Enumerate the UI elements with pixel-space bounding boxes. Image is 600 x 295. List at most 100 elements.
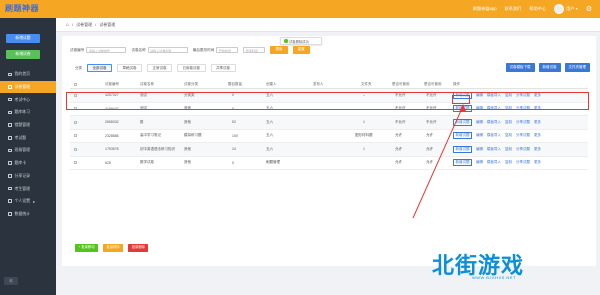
row-checkbox[interactable] xyxy=(74,161,77,165)
table-row: 1753578 初中英语语法练习知识 其他 24 五六 1 允许 允许 新增试题… xyxy=(70,143,588,157)
top-header: 刷题神器 刷题神器app 联系我们 帮助中心 用户 ▾ ⚙ xyxy=(0,0,600,18)
breadcrumb-item[interactable]: 试卷管理 xyxy=(76,22,92,28)
copy-link[interactable]: 复制 xyxy=(505,147,512,152)
avatar xyxy=(554,4,565,14)
check-icon xyxy=(284,39,288,43)
col-header: 创建人 xyxy=(266,81,277,86)
home-icon[interactable]: ⌂ xyxy=(66,22,69,28)
practice-icon xyxy=(8,110,12,115)
copy-link[interactable]: 复制 xyxy=(505,160,512,165)
reset-button[interactable]: 重置 xyxy=(292,46,310,54)
top-links: 刷题神器app 联系我们 帮助中心 用户 ▾ ⚙ xyxy=(473,0,592,18)
folder-manage-button[interactable]: 文件夹管理 xyxy=(564,63,590,72)
col-header: 发布人 xyxy=(313,81,324,86)
paper-name-input[interactable]: 请输入试卷名称 xyxy=(147,46,188,54)
more-link[interactable]: 更多 xyxy=(534,120,541,125)
edit-link[interactable]: 编辑 xyxy=(476,160,483,165)
filter-label: 最后更改时间 xyxy=(192,47,215,52)
sidebar-item-home[interactable]: 我的首页 xyxy=(0,68,56,81)
share-link[interactable]: 分享试题 xyxy=(516,147,530,152)
bulk-move-button[interactable]: + 批量移动 xyxy=(75,244,99,252)
search-button[interactable]: 搜索 xyxy=(270,46,288,54)
sidebar-item-wrong[interactable]: 错题管理 xyxy=(0,119,56,132)
action-buttons: 试卷模板下载 新增试卷 文件夹管理 xyxy=(505,63,590,72)
share-link[interactable]: 分享试题 xyxy=(516,133,530,138)
top-link-app[interactable]: 刷题神器app xyxy=(473,6,497,12)
import-link[interactable]: 模板导入 xyxy=(487,133,501,138)
tab-all[interactable]: 全部试卷 xyxy=(87,64,112,72)
row-checkbox[interactable] xyxy=(74,147,77,151)
tab-draft[interactable]: 草稿试卷 xyxy=(117,64,142,72)
filter-label: 试卷名称 xyxy=(131,47,146,52)
user-menu[interactable]: 用户 ▾ xyxy=(554,4,578,14)
annotation-arrow xyxy=(412,104,466,219)
sidebar-item-paper-manage[interactable]: 试卷管理 xyxy=(0,80,56,94)
tab-shared[interactable]: 共享试卷 xyxy=(210,64,236,72)
copy-link[interactable]: 复制 xyxy=(505,120,512,125)
user-icon xyxy=(8,186,12,191)
gear-icon[interactable]: ⚙ xyxy=(586,5,592,13)
copy-link[interactable]: 复制 xyxy=(505,133,512,138)
import-link[interactable]: 模板导入 xyxy=(487,147,501,152)
watermark: 北街游戏 WWW.BJXHXS.NET xyxy=(432,248,592,288)
sidebar-item-card[interactable]: 题库卡 xyxy=(0,157,56,170)
sidebar-item-students[interactable]: 考生管理 xyxy=(0,182,56,195)
settings-icon xyxy=(8,199,12,203)
top-link-contact[interactable]: 联系我们 xyxy=(505,6,522,12)
chart-icon xyxy=(8,212,12,216)
col-header: 试卷名称 xyxy=(140,81,154,86)
sidebar-item-exam[interactable]: 考试题 xyxy=(0,131,56,144)
more-link[interactable]: 更多 xyxy=(534,147,541,152)
download-template-button[interactable]: 试卷模板下载 xyxy=(505,63,535,72)
toast-message: 试卷删除成功 xyxy=(280,37,322,45)
breadcrumb-item: 试卷管理 xyxy=(99,21,116,27)
edit-link[interactable]: 编辑 xyxy=(476,133,483,138)
row-checkbox[interactable] xyxy=(74,134,77,138)
table-row: 2658332 数 其他 52 五六 1 不允许 不允许 新增试题 编辑 模板导… xyxy=(70,116,588,130)
share-link[interactable]: 分享试题 xyxy=(516,160,530,165)
wrong-icon xyxy=(8,123,12,127)
collapse-sidebar-button[interactable]: 收 xyxy=(4,277,18,285)
sidebar-item-practice[interactable]: 题库练习 xyxy=(0,106,56,119)
import-link[interactable]: 模板导入 xyxy=(487,120,501,125)
sidebar-item-stats[interactable]: 数据统计 xyxy=(0,208,56,221)
share-link[interactable]: 分享试题 xyxy=(516,120,530,125)
top-link-help[interactable]: 帮助中心 xyxy=(529,6,546,12)
sidebar-item-share[interactable]: 分享记录 xyxy=(0,170,56,183)
import-link[interactable]: 模板导入 xyxy=(487,160,501,165)
row-checkbox[interactable] xyxy=(74,120,77,124)
watermark-url: WWW.BJXHXS.NET xyxy=(472,275,516,280)
end-time-input[interactable]: 结束时间 xyxy=(243,46,266,54)
filter-label: 试卷编号 xyxy=(70,47,85,52)
add-question-button[interactable]: 新增试题 xyxy=(6,34,40,43)
add-paper-button[interactable]: 新增试卷 xyxy=(6,50,40,59)
col-header: 文件夹 xyxy=(361,81,372,86)
more-link[interactable]: 更多 xyxy=(534,133,541,138)
table-row: 625 数学试卷 其他 0 刷题管理 允许 允许 新增试题 编辑 模板导入 复制… xyxy=(70,157,588,170)
start-time-input[interactable]: 开始时间 xyxy=(216,46,239,54)
tab-used[interactable]: 已用卷试卷 xyxy=(177,64,206,72)
col-header: 是否可使用 xyxy=(424,81,442,86)
sidebar-item-exam-center[interactable]: 考试中心 xyxy=(0,93,56,106)
list-icon xyxy=(8,136,12,140)
col-header: 操作 xyxy=(453,81,460,86)
home-icon xyxy=(8,72,12,77)
paper-id-input[interactable]: 请输入试卷编号 xyxy=(86,46,127,54)
bulk-sort-button[interactable]: 批量排序 xyxy=(103,244,124,252)
tab-normal[interactable]: 正常试卷 xyxy=(147,64,172,72)
app-logo[interactable]: 刷题神器 xyxy=(5,3,50,15)
col-header: 试卷编号 xyxy=(105,81,119,86)
sidebar-item-settings[interactable]: 个人设置 ▸ xyxy=(0,195,56,208)
share-icon xyxy=(8,174,12,178)
sidebar-item-class[interactable]: 班级管理 xyxy=(0,144,56,157)
bulk-delete-button[interactable]: 批量删除 xyxy=(128,244,149,252)
edit-link[interactable]: 编辑 xyxy=(476,147,483,152)
col-header: 题目数量 xyxy=(228,81,242,86)
more-link[interactable]: 更多 xyxy=(534,160,541,165)
add-paper-button[interactable]: 新增试卷 xyxy=(538,63,561,72)
edit-link[interactable]: 编辑 xyxy=(476,120,483,125)
category-tabs: 分类 全部试卷 草稿试卷 正常试卷 已用卷试卷 共享试卷 xyxy=(75,64,236,72)
bulk-actions: + 批量移动 批量排序 批量删除 xyxy=(75,244,149,252)
user-name: 用户 xyxy=(566,6,575,12)
select-all-checkbox[interactable] xyxy=(74,82,77,86)
